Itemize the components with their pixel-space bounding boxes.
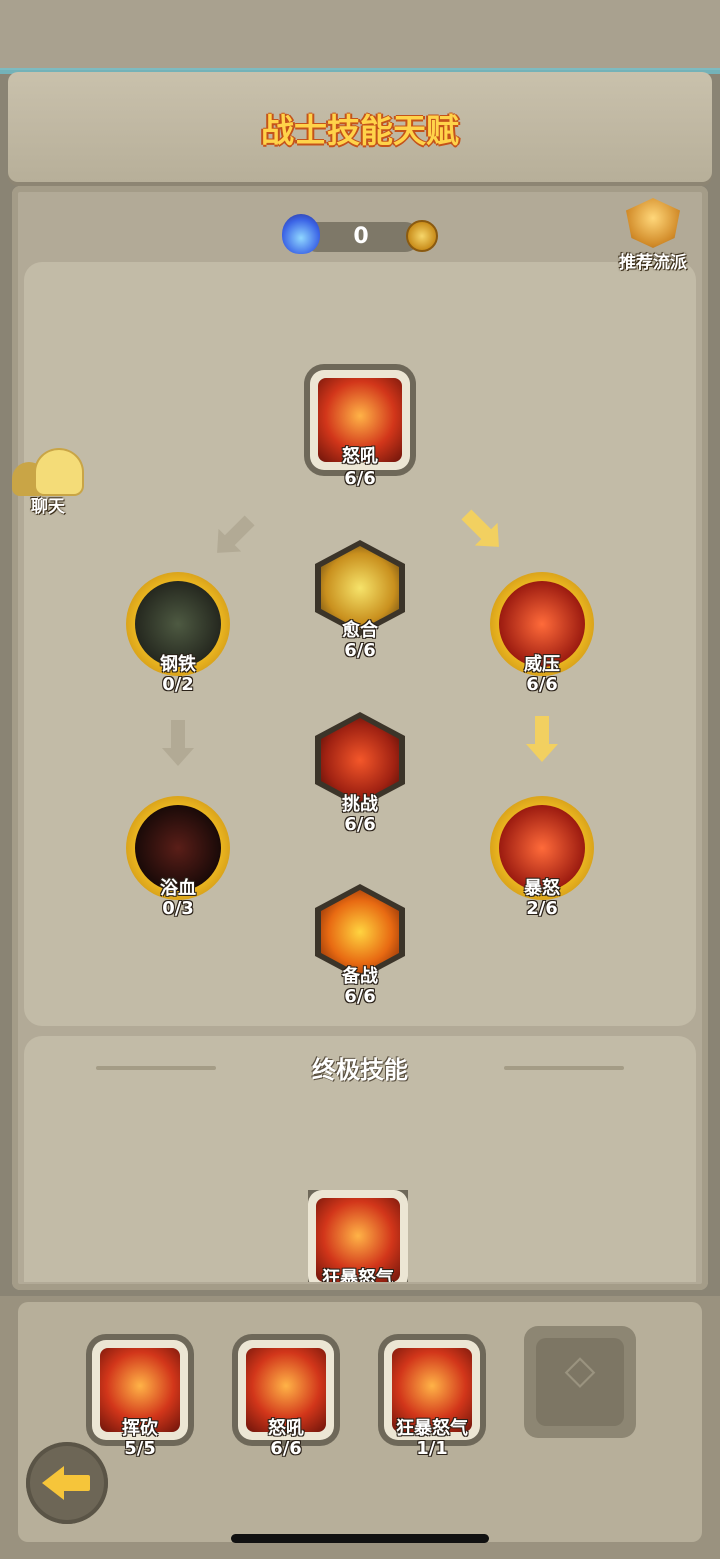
- skill-name: 钢铁: [160, 654, 196, 675]
- gold-coin-icon[interactable]: [406, 220, 438, 252]
- back-arrow-icon: [42, 1466, 64, 1500]
- skill-name: 狂暴怒气: [396, 1418, 468, 1439]
- skill-name: 怒吼: [268, 1418, 304, 1439]
- back-arrow-shaft: [62, 1475, 90, 1491]
- skill-name: 备战: [342, 966, 378, 987]
- ghost-chat-icon: [34, 448, 84, 496]
- skill-level: 1/1: [416, 1438, 448, 1459]
- recommend-build-label: 推荐流派: [619, 253, 687, 273]
- equipped-slot-empty[interactable]: ◇: [524, 1326, 636, 1438]
- skill-yuhe[interactable]: 愈合 6/6: [315, 540, 405, 664]
- skill-nuhou[interactable]: 怒吼 6/6: [310, 370, 410, 490]
- skill-level: 0/3: [162, 898, 194, 919]
- skill-level: 0/2: [162, 674, 194, 695]
- recommend-build-button[interactable]: 推荐流派: [610, 198, 696, 278]
- back-button[interactable]: [26, 1442, 108, 1524]
- chat-button[interactable]: 聊天: [8, 448, 88, 518]
- home-indicator[interactable]: [231, 1534, 489, 1543]
- skill-name: 愈合: [342, 620, 378, 641]
- arrow-to-yuxue: [162, 720, 194, 766]
- skill-name: 狂暴怒气: [322, 1268, 394, 1282]
- skill-level: 5/5: [124, 1438, 156, 1459]
- skill-weiya[interactable]: 威压 6/6: [490, 572, 594, 696]
- skill-baonu[interactable]: 暴怒 2/6: [490, 796, 594, 920]
- skill-gangtie[interactable]: 钢铁 0/2: [126, 572, 230, 696]
- skill-level: 6/6: [270, 1438, 302, 1459]
- arrow-to-baonu: [526, 716, 558, 762]
- skill-level: 2/6: [526, 898, 558, 919]
- skill-level: 6/6: [344, 640, 376, 661]
- skill-name: 暴怒: [524, 878, 560, 899]
- skill-point-counter: 0: [282, 214, 438, 256]
- equipped-slot-1[interactable]: 挥砍 5/5: [92, 1340, 188, 1464]
- skill-level: 6/6: [526, 674, 558, 695]
- fist-badge-icon: [626, 198, 680, 248]
- equipped-slot-2[interactable]: 怒吼 6/6: [238, 1340, 334, 1464]
- skill-tiaozhan[interactable]: 挑战 6/6: [315, 712, 405, 836]
- skill-name: 怒吼: [342, 446, 378, 467]
- page-title: 战士技能天赋: [261, 111, 459, 150]
- skill-beizhan[interactable]: 备战 6/6: [315, 884, 405, 1008]
- skill-name: 挑战: [342, 794, 378, 815]
- skill-name: 浴血: [160, 878, 196, 899]
- empty-slot-icon: ◇: [564, 1347, 596, 1393]
- title-banner: 战士技能天赋: [8, 72, 712, 182]
- skill-name: 挥砍: [122, 1418, 158, 1439]
- skill-level: 6/6: [344, 814, 376, 835]
- ultimate-section-title: 终极技能: [312, 1056, 408, 1084]
- skill-point-value: 0: [353, 224, 369, 249]
- chat-label: 聊天: [31, 497, 65, 517]
- skill-yuxue[interactable]: 浴血 0/3: [126, 796, 230, 920]
- skill-level: 6/6: [344, 468, 376, 489]
- skill-name: 威压: [524, 654, 560, 675]
- skill-kuangbao-nuqi[interactable]: 狂暴怒气: [308, 1190, 408, 1282]
- top-bar: [0, 0, 720, 70]
- equipped-slot-3[interactable]: 狂暴怒气 1/1: [384, 1340, 480, 1464]
- skill-level: 6/6: [344, 986, 376, 1007]
